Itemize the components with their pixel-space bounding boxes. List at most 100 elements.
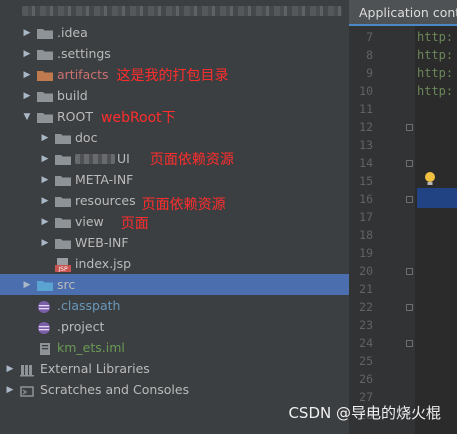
chevron-right-icon[interactable]: ▶: [40, 196, 50, 206]
line-number: 20: [359, 264, 373, 278]
tree-item-project[interactable]: .project: [0, 316, 386, 337]
tree-item-meta-inf[interactable]: ▶ META-INF: [0, 169, 389, 190]
line-number: 18: [359, 228, 373, 242]
tree-item-label: .project: [57, 319, 105, 334]
tree-item-label: view: [75, 214, 104, 229]
chevron-down-icon[interactable]: ▼: [22, 112, 32, 122]
folder-icon: [55, 132, 71, 144]
tree-item-classpath[interactable]: .classpath: [0, 295, 386, 316]
tree-item-artifacts[interactable]: ▶ artifacts 这是我的打包目录: [0, 64, 371, 85]
line-number: 16: [359, 192, 373, 206]
folder-icon: [55, 153, 71, 165]
tree-item-label: src: [57, 277, 76, 292]
chevron-right-icon[interactable]: ▶: [5, 364, 15, 374]
line-number: 8: [366, 48, 373, 62]
tree-item-resources[interactable]: ▶ resources 页面依赖资源: [0, 190, 389, 213]
tree-item-index-jsp[interactable]: JSP index.jsp: [0, 253, 404, 274]
code-area[interactable]: http: http: http: http:: [415, 26, 457, 434]
eclipse-file-icon: [37, 321, 53, 334]
tree-item-web-inf[interactable]: ▶ WEB-INF: [0, 232, 389, 253]
jsp-file-icon: JSP: [55, 257, 71, 272]
chevron-right-icon[interactable]: ▶: [22, 91, 32, 101]
chevron-right-icon[interactable]: ▶: [40, 175, 50, 185]
tree-item-label: doc: [75, 130, 98, 145]
chevron-right-icon[interactable]: ▶: [40, 217, 50, 227]
tree-item-doc[interactable]: ▶ doc: [0, 127, 389, 148]
tree-item-label: resources: [75, 193, 136, 208]
code-line: http:: [417, 66, 454, 80]
line-number: 19: [359, 246, 373, 260]
folder-icon: [55, 195, 71, 207]
fold-marker-icon[interactable]: [406, 340, 413, 347]
annotation-text: 页面依赖资源: [149, 151, 234, 168]
fold-marker-icon[interactable]: [406, 196, 413, 203]
tree-item-external-libraries[interactable]: ▶ External Libraries: [0, 358, 354, 379]
chevron-right-icon[interactable]: ▶: [22, 70, 32, 80]
line-number: 26: [359, 372, 373, 386]
tree-item-label: artifacts: [57, 67, 109, 82]
chevron-right-icon[interactable]: ▶: [22, 49, 32, 59]
lightbulb-icon[interactable]: [424, 171, 436, 187]
fold-marker-icon[interactable]: [406, 304, 413, 311]
tree-item-src[interactable]: ▶ src: [0, 274, 371, 295]
svg-text:JSP: JSP: [57, 266, 68, 272]
line-number: 25: [359, 354, 373, 368]
line-gutter: 7 8 9 10 11 12 13 14 15 16 17 18 19 20 21 22 23 24 25 26 27 2…: [349, 26, 415, 434]
editor-tab[interactable]: Application conte: [349, 0, 457, 26]
eclipse-file-icon: [37, 300, 53, 313]
module-file-icon: [37, 342, 53, 355]
folder-icon: [55, 237, 71, 249]
chevron-right-icon[interactable]: ▶: [22, 28, 32, 38]
scratches-icon: [20, 384, 36, 397]
code-line: http:: [417, 84, 454, 98]
line-number: 21: [359, 282, 373, 296]
tree-item-scratches[interactable]: ▶ Scratches and Consoles: [0, 379, 354, 400]
line-number: 15: [359, 174, 373, 188]
tree-item-label: META-INF: [75, 172, 134, 187]
tree-item-build[interactable]: ▶ build: [0, 85, 371, 106]
folder-icon: [37, 111, 53, 123]
tree-item-idea[interactable]: ▶ .idea: [0, 22, 371, 43]
tree-item-ui[interactable]: ▶ UI 页面依赖资源: [0, 148, 389, 169]
folder-icon: [37, 27, 53, 39]
line-number: 24: [359, 336, 373, 350]
tree-item-iml[interactable]: km_ets.iml: [0, 337, 386, 358]
tree-item-label: WEB-INF: [75, 235, 129, 250]
editor-panel: Application conte 7 8 9 10 11 12 13 14 15 16 17 18 1…: [349, 0, 457, 434]
chevron-right-icon[interactable]: ▶: [5, 385, 15, 395]
tree-item-label: .idea: [57, 25, 88, 40]
line-number: 10: [359, 84, 373, 98]
chevron-right-icon[interactable]: ▶: [40, 238, 50, 248]
line-number: 12: [359, 120, 373, 134]
chevron-right-icon[interactable]: ▶: [40, 133, 50, 143]
line-number: 14: [359, 156, 373, 170]
code-line: http:: [417, 48, 454, 62]
line-number: 7: [366, 30, 373, 44]
fold-marker-icon[interactable]: [406, 124, 413, 131]
line-number: 13: [359, 138, 373, 152]
folder-icon: [55, 216, 71, 228]
tree-item-label: ROOT: [57, 109, 93, 124]
tree-item-root[interactable]: ▼ ROOT webRoot下: [0, 106, 371, 127]
tree-item-label: build: [57, 88, 88, 103]
blurred-path: [22, 6, 342, 16]
folder-icon: [37, 90, 53, 102]
tree-item-label: km_ets.iml: [57, 340, 125, 355]
chevron-right-icon[interactable]: ▶: [22, 280, 32, 290]
folder-icon: [37, 48, 53, 60]
chevron-right-icon[interactable]: ▶: [40, 154, 50, 164]
source-folder-icon: [37, 279, 53, 291]
tree-item-label: UI: [117, 151, 130, 166]
tree-item-label: .settings: [57, 46, 111, 61]
blurred-text: [75, 153, 115, 164]
tree-item-label: Scratches and Consoles: [40, 382, 190, 397]
annotation-text: 这是我的打包目录: [116, 67, 229, 84]
tree-item-label: .classpath: [57, 298, 121, 313]
tree-item-view[interactable]: ▶ view 页面: [0, 211, 389, 232]
folder-icon: [55, 174, 71, 186]
fold-marker-icon[interactable]: [406, 160, 413, 167]
fold-marker-icon[interactable]: [406, 268, 413, 275]
tree-item-settings[interactable]: ▶ .settings: [0, 43, 371, 64]
library-icon: [20, 363, 36, 376]
watermark: CSDN @导电的烧火棍: [288, 404, 441, 422]
